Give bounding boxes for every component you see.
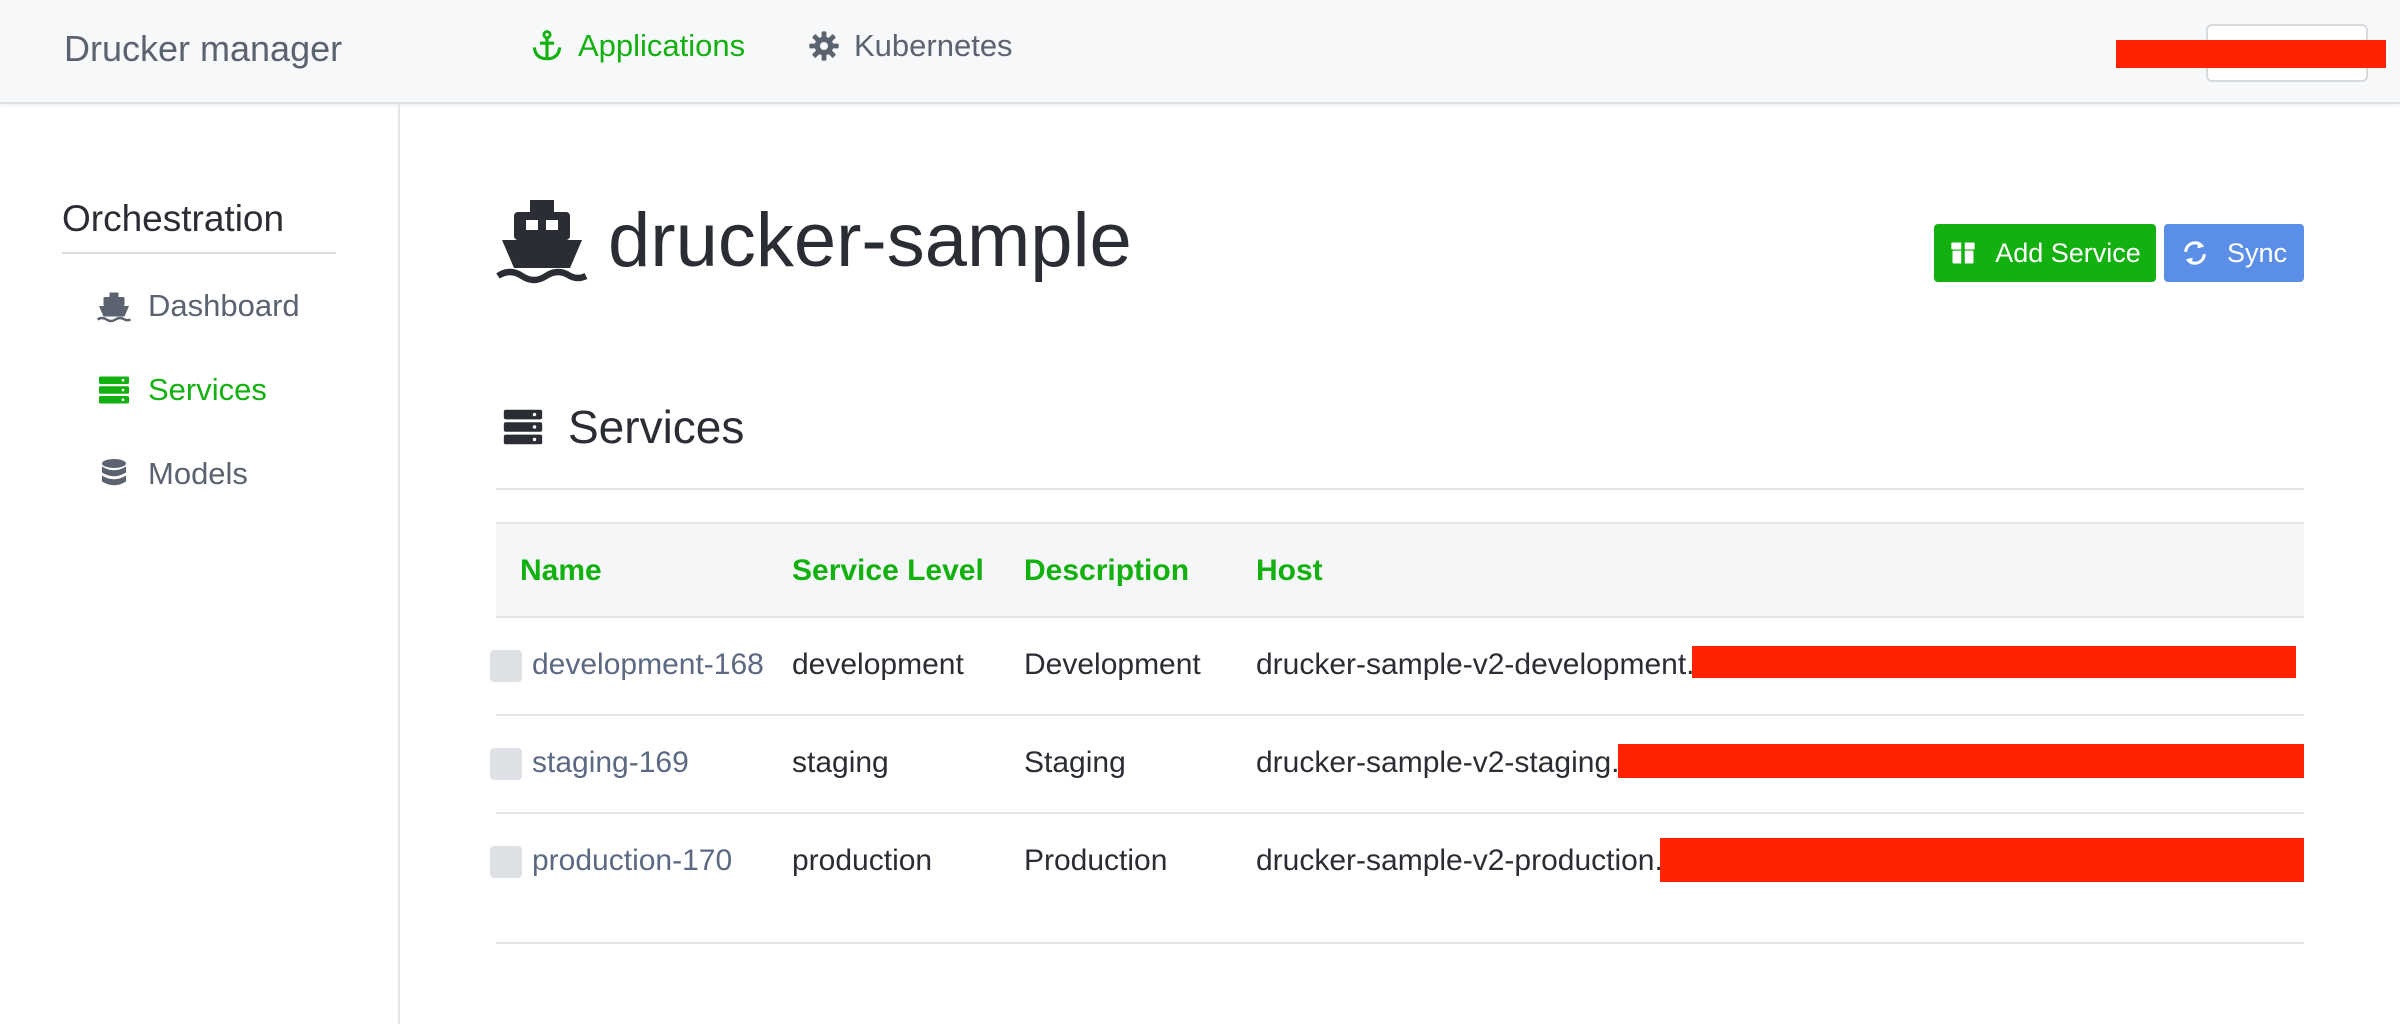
sidebar-heading: Orchestration — [62, 198, 336, 254]
description-cell: Production — [1024, 844, 1168, 877]
column-header-host[interactable]: Host — [1256, 554, 1323, 588]
box-icon — [1951, 242, 1975, 264]
nav-kubernetes[interactable]: Kubernetes — [808, 28, 1013, 64]
sidebar-item-dashboard[interactable]: Dashboard — [96, 288, 300, 324]
sidebar-item-models[interactable]: Models — [96, 456, 248, 492]
service-level-cell: staging — [792, 746, 889, 779]
sync-label: Sync — [2226, 237, 2288, 268]
nav-applications-label: Applications — [578, 28, 746, 63]
sidebar-item-label: Dashboard — [148, 288, 300, 323]
gear-icon — [809, 31, 839, 61]
host-cell: drucker-sample-v2-development. — [1256, 648, 1695, 681]
nav-kubernetes-label: Kubernetes — [854, 28, 1013, 63]
table-row: development-168 development Development … — [490, 618, 2304, 716]
server-icon — [99, 376, 129, 404]
server-icon — [503, 409, 543, 445]
add-service-button[interactable]: Add Service — [1934, 224, 2156, 282]
column-header-service-level[interactable]: Service Level — [792, 554, 984, 588]
services-table: Name Service Level Description Host deve… — [490, 522, 2304, 944]
refresh-icon — [2184, 241, 2206, 265]
row-checkbox[interactable] — [490, 748, 522, 780]
host-cell: drucker-sample-v2-staging. — [1256, 746, 1620, 779]
section-title: Services — [500, 400, 744, 454]
redacted-host — [1660, 838, 2304, 882]
redacted-host — [1692, 646, 2296, 678]
service-level-cell: production — [792, 844, 933, 877]
service-name-link[interactable]: development-168 — [532, 648, 764, 682]
description-cell: Development — [1024, 648, 1201, 681]
column-header-description[interactable]: Description — [1024, 554, 1189, 588]
ship-icon — [96, 292, 132, 323]
service-name-link[interactable]: staging-169 — [532, 746, 689, 780]
add-service-label: Add Service — [1995, 237, 2141, 268]
sidebar-item-services[interactable]: Services — [96, 372, 267, 408]
column-header-name[interactable]: Name — [520, 554, 602, 588]
row-checkbox[interactable] — [490, 846, 522, 878]
section-title-text: Services — [568, 401, 745, 453]
top-navbar: Drucker manager Applications Kubernetes — [0, 0, 2400, 104]
description-cell: Staging — [1024, 746, 1126, 779]
host-cell: drucker-sample-v2-production. — [1256, 844, 1663, 877]
redacted-host — [1618, 744, 2304, 778]
section-divider — [496, 488, 2304, 490]
brand-title[interactable]: Drucker manager — [64, 28, 342, 70]
sidebar-item-label: Services — [148, 372, 267, 407]
sidebar-item-label: Models — [148, 456, 248, 491]
service-level-cell: development — [792, 648, 964, 681]
table-row: staging-169 staging Staging drucker-samp… — [490, 716, 2304, 814]
page-title: drucker-sample — [494, 196, 1132, 284]
table-header: Name Service Level Description Host — [496, 522, 2304, 618]
anchor-icon — [532, 30, 562, 61]
table-row: production-170 production Production dru… — [490, 814, 2304, 944]
service-name-link[interactable]: production-170 — [532, 844, 732, 878]
page-title-text: drucker-sample — [608, 197, 1132, 283]
database-icon — [102, 459, 126, 486]
nav-applications[interactable]: Applications — [530, 28, 745, 64]
redacted-user — [2116, 40, 2386, 68]
sidebar-divider — [398, 104, 400, 1024]
sync-button[interactable]: Sync — [2164, 224, 2304, 282]
ship-icon — [496, 200, 588, 284]
row-checkbox[interactable] — [490, 650, 522, 682]
